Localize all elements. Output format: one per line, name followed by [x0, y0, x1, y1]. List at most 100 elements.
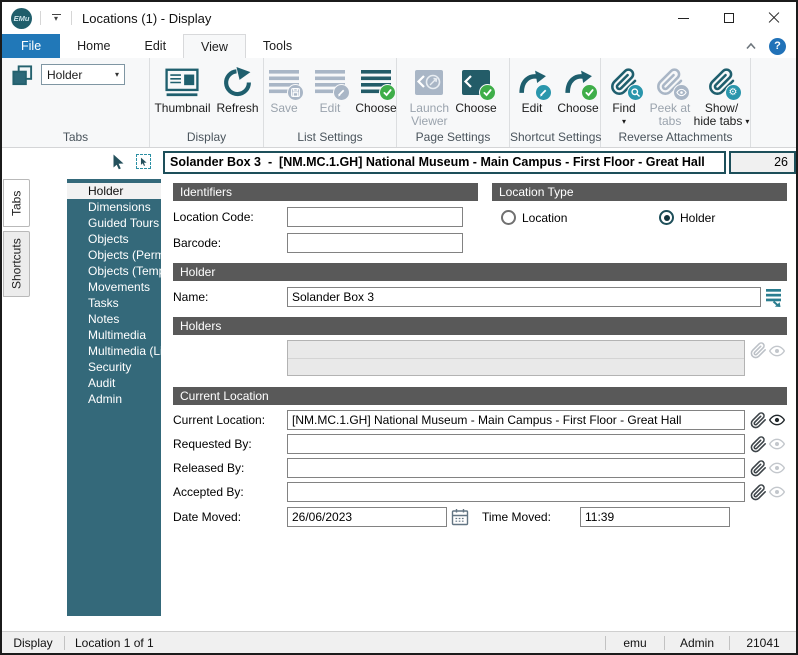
- date-moved-field[interactable]: [287, 507, 447, 527]
- radio-location[interactable]: Location: [501, 210, 659, 225]
- group-label-display: Display: [150, 130, 263, 147]
- quick-access-customize-button[interactable]: ▾: [49, 14, 63, 22]
- sidebar-item-tasks[interactable]: Tasks: [67, 295, 161, 311]
- collapse-ribbon-button[interactable]: [745, 42, 757, 50]
- pencil-icon: [333, 84, 350, 101]
- sidebar-item-objects-temp[interactable]: Objects (Temp): [67, 263, 161, 279]
- attach-icon[interactable]: [750, 436, 767, 453]
- refresh-button[interactable]: Refresh: [214, 63, 262, 117]
- thumbnail-button[interactable]: Thumbnail: [151, 63, 213, 117]
- statusbar-record-position: Location 1 of 1: [65, 632, 162, 653]
- holder-name-field[interactable]: [287, 287, 761, 307]
- vertical-tab-tabs[interactable]: Tabs: [3, 179, 30, 227]
- section-header-identifiers: Identifiers: [173, 183, 478, 201]
- tab-home[interactable]: Home: [60, 34, 127, 58]
- maximize-button[interactable]: [706, 2, 751, 34]
- check-icon: [479, 84, 496, 101]
- current-location-field[interactable]: [287, 410, 745, 430]
- ribbon: Holder ▾ Tabs: [2, 58, 796, 148]
- thumbnail-icon: [165, 68, 199, 97]
- group-label-shortcut-settings: Shortcut Settings: [510, 130, 600, 147]
- shortcut-edit-button[interactable]: Edit: [509, 63, 555, 117]
- sidebar-item-admin[interactable]: Admin: [67, 391, 161, 407]
- statusbar-session: 21041: [730, 632, 796, 653]
- gear-icon: ⚙: [725, 84, 742, 101]
- tab-list-panel: Holder Dimensions Guided Tours Objects O…: [67, 179, 161, 616]
- released-by-field[interactable]: [287, 458, 745, 478]
- attach-icon[interactable]: [750, 484, 767, 501]
- chevron-down-icon: ▾: [54, 16, 58, 22]
- peek-at-tabs-button: Peek at tabs: [647, 63, 693, 130]
- attach-icon[interactable]: [750, 460, 767, 477]
- find-attachments-button[interactable]: Find ▾: [601, 63, 647, 127]
- shortcut-choose-button[interactable]: Choose: [555, 63, 601, 117]
- app-window: EMu ▾ Locations (1) - Display File Home …: [0, 0, 798, 655]
- chevron-down-icon: ▾: [745, 118, 749, 125]
- sidebar-item-multimedia[interactable]: Multimedia: [67, 327, 161, 343]
- tab-file[interactable]: File: [2, 34, 60, 58]
- eye-icon: [769, 460, 785, 476]
- vertical-tab-shortcuts[interactable]: Shortcuts: [3, 231, 30, 297]
- holders-grid: [287, 340, 745, 376]
- select-cursor-icon[interactable]: [110, 153, 126, 170]
- radio-selected-icon: [659, 210, 674, 225]
- close-icon: [768, 12, 780, 24]
- ribbon-group-display: Thumbnail Refresh Display: [150, 58, 264, 147]
- requested-by-label: Requested By:: [173, 437, 287, 451]
- barcode-field[interactable]: [287, 233, 463, 253]
- check-icon: [581, 84, 598, 101]
- location-code-field[interactable]: [287, 207, 463, 227]
- titlebar-separator: [71, 11, 72, 25]
- sidebar-item-dimensions[interactable]: Dimensions: [67, 199, 161, 215]
- sidebar-item-objects[interactable]: Objects: [67, 231, 161, 247]
- show-hide-tabs-button[interactable]: ⚙ Show/ hide tabs ▾: [693, 63, 750, 130]
- sidebar-item-multimedia-list[interactable]: Multimedia (List): [67, 343, 161, 359]
- sidebar-item-objects-perm[interactable]: Objects (Perm): [67, 247, 161, 263]
- sidebar-item-guided-tours[interactable]: Guided Tours: [67, 215, 161, 231]
- tab-view[interactable]: View: [183, 34, 246, 58]
- close-button[interactable]: [751, 2, 796, 34]
- group-label-page-settings: Page Settings: [397, 130, 509, 147]
- eye-icon: [769, 484, 785, 500]
- calendar-button[interactable]: [451, 508, 469, 526]
- ribbon-group-shortcut-settings: Edit Choose Shortcut Settings: [510, 58, 601, 147]
- list-edit-button: Edit: [307, 63, 353, 117]
- tab-tools[interactable]: Tools: [246, 34, 309, 58]
- attach-icon[interactable]: [750, 412, 767, 429]
- tab-edit[interactable]: Edit: [128, 34, 184, 58]
- list-choose-button[interactable]: Choose: [353, 63, 399, 117]
- time-moved-field[interactable]: [580, 507, 730, 527]
- refresh-icon: [222, 67, 253, 98]
- content-area: Solander Box 3 - [NM.MC.1.GH] National M…: [2, 148, 796, 631]
- current-location-label: Current Location:: [173, 413, 287, 427]
- eye-icon: [769, 343, 785, 359]
- radio-holder[interactable]: Holder: [659, 210, 715, 225]
- sidebar-item-security[interactable]: Security: [67, 359, 161, 375]
- sidebar-item-movements[interactable]: Movements: [67, 279, 161, 295]
- ribbon-group-tabs: Holder ▾ Tabs: [2, 58, 150, 147]
- minimize-icon: [678, 18, 689, 19]
- group-label-list-settings: List Settings: [264, 130, 396, 147]
- sidebar-item-audit[interactable]: Audit: [67, 375, 161, 391]
- sidebar-item-notes[interactable]: Notes: [67, 311, 161, 327]
- page-choose-button[interactable]: Choose: [452, 63, 499, 117]
- location-code-label: Location Code:: [173, 210, 287, 224]
- minimize-button[interactable]: [661, 2, 706, 34]
- eye-icon[interactable]: [769, 412, 785, 428]
- sidebar-item-holder[interactable]: Holder: [67, 183, 161, 199]
- save-disk-icon: [287, 84, 304, 101]
- list-save-button: Save: [261, 63, 307, 117]
- emu-logo-icon: EMu: [11, 8, 32, 29]
- chevron-down-icon: ▾: [622, 118, 626, 125]
- barcode-label: Barcode:: [173, 236, 287, 250]
- accepted-by-field[interactable]: [287, 482, 745, 502]
- accepted-by-label: Accepted By:: [173, 485, 287, 499]
- autofill-list-icon[interactable]: [764, 287, 784, 307]
- launch-viewer-button: Launch Viewer: [406, 63, 452, 130]
- tab-selector-dropdown[interactable]: Holder ▾: [41, 64, 125, 85]
- check-icon: [379, 84, 396, 101]
- question-icon: ?: [774, 40, 781, 52]
- marquee-select-icon[interactable]: [136, 154, 151, 169]
- requested-by-field[interactable]: [287, 434, 745, 454]
- help-button[interactable]: ?: [769, 38, 786, 55]
